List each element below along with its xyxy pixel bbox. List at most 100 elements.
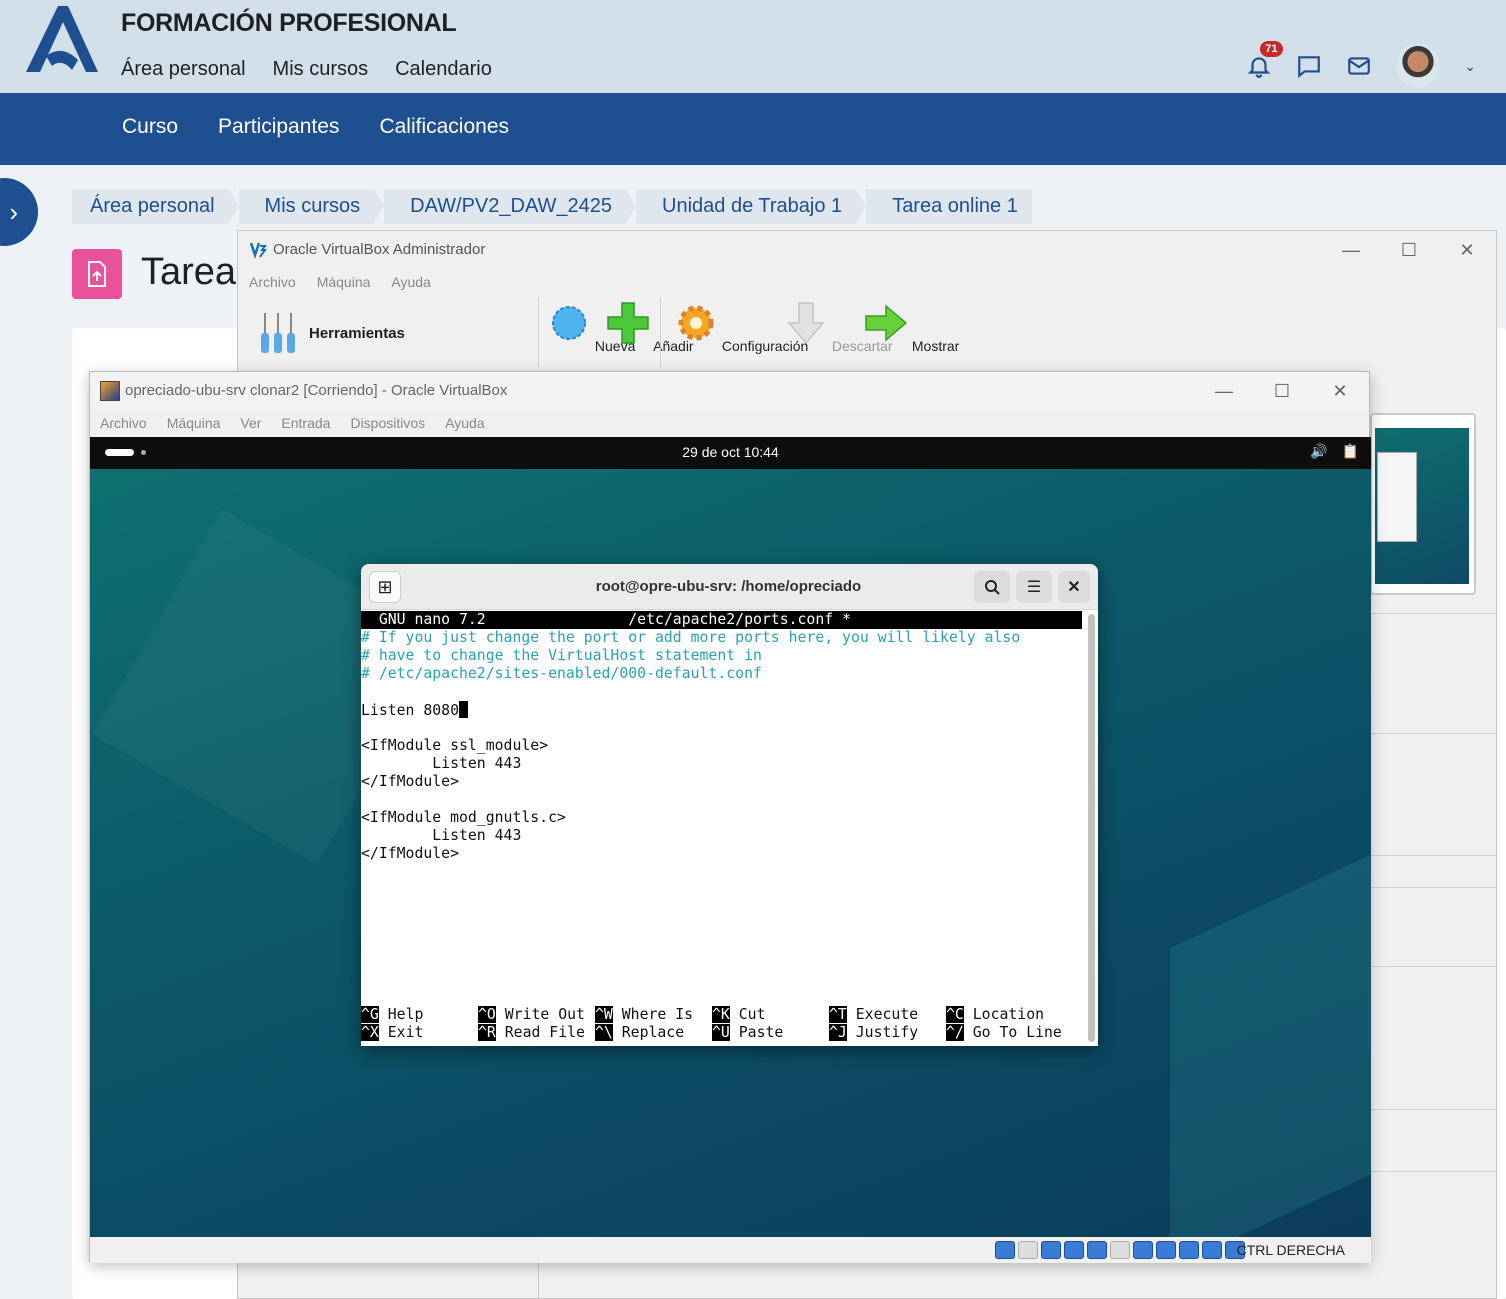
hamburger-icon: ☰ — [1016, 571, 1052, 603]
notifications-button[interactable]: 71 — [1246, 41, 1283, 79]
tab-calificaciones[interactable]: Calificaciones — [379, 115, 509, 139]
menu-archivo[interactable]: Archivo — [100, 409, 147, 437]
breadcrumb-item[interactable]: Tarea online 1 — [866, 189, 1032, 224]
close-button[interactable]: ✕ — [1438, 231, 1496, 269]
menu-maquina[interactable]: Máquina — [317, 269, 371, 295]
cpu-icon[interactable] — [1179, 1241, 1199, 1259]
mouse-integration-icon[interactable] — [1202, 1241, 1222, 1259]
shortcut-key: ^T — [829, 1006, 847, 1023]
breadcrumb: Área personal Mis cursos DAW/PV2_DAW_242… — [72, 189, 1042, 224]
tab-curso[interactable]: Curso — [122, 115, 178, 139]
terminal-window[interactable]: ⊞ root@opre-ubu-srv: /home/opreciado ☰ ✕… — [361, 564, 1098, 1046]
messages-button[interactable] — [1296, 53, 1322, 79]
menu-ver[interactable]: Ver — [240, 409, 261, 437]
shortcut-key: ^J — [829, 1024, 847, 1041]
file-line — [361, 683, 1082, 701]
user-avatar[interactable] — [1396, 44, 1441, 88]
shortcut-label: Replace — [621, 1024, 685, 1041]
recording-icon[interactable] — [1156, 1241, 1176, 1259]
envelope-icon — [1348, 57, 1371, 75]
system-tray[interactable]: 🔊 📋 — [1310, 443, 1359, 460]
toolbar-separator — [538, 297, 539, 367]
close-button[interactable]: ✕ — [1311, 372, 1369, 410]
chevron-down-icon[interactable]: ⌄ — [1464, 58, 1476, 75]
audio-icon[interactable] — [1041, 1241, 1061, 1259]
hard-disk-icon[interactable] — [995, 1241, 1015, 1259]
tools-label: Herramientas — [309, 325, 405, 342]
menu-button[interactable]: ☰ — [1016, 571, 1052, 603]
shortcut-label: Justify — [855, 1024, 919, 1041]
menu-entrada[interactable]: Entrada — [281, 409, 330, 437]
maximize-button[interactable]: ☐ — [1253, 372, 1311, 410]
menu-bar: Archivo Máquina Ayuda — [238, 269, 1496, 295]
file-line: Listen 443 — [361, 755, 522, 772]
shortcut-key: ^W — [595, 1006, 613, 1023]
clipboard-icon: 📋 — [1341, 443, 1359, 459]
menu-dispositivos[interactable]: Dispositivos — [350, 409, 425, 437]
drawer-toggle-button[interactable]: › — [0, 178, 38, 246]
site-header: FORMACIÓN PROFESIONAL Área personal Mis … — [0, 0, 1506, 93]
file-line: <IfModule ssl_module> — [361, 737, 549, 754]
file-line: # If you just change the port or add mor… — [361, 629, 1021, 646]
clock[interactable]: 29 de oct 10:44 — [90, 444, 1371, 460]
plus-icon — [607, 302, 649, 344]
minimize-button[interactable]: — — [1195, 372, 1253, 410]
menu-maquina[interactable]: Máquina — [167, 409, 221, 437]
menu-ayuda[interactable]: Ayuda — [445, 409, 484, 437]
assignment-icon — [72, 249, 122, 299]
terminal-scrollbar[interactable] — [1088, 614, 1095, 1042]
breadcrumb-item[interactable]: DAW/PV2_DAW_2425 — [384, 189, 636, 224]
close-button[interactable]: ✕ — [1058, 571, 1090, 603]
header-icons: 71 ⌄ — [1246, 41, 1476, 88]
new-burst-icon — [552, 306, 586, 340]
breadcrumb-item[interactable]: Unidad de Trabajo 1 — [636, 189, 867, 224]
tools-icon — [261, 313, 295, 353]
title-bar: Oracle VirtualBox Administrador — ☐ ✕ — [238, 231, 1496, 269]
file-line-cursor: Listen 8080 — [361, 701, 1082, 719]
menu-ayuda[interactable]: Ayuda — [391, 269, 430, 295]
nav-calendario[interactable]: Calendario — [395, 58, 492, 81]
shortcut-label: Write Out — [504, 1006, 585, 1023]
shortcut-key: ^O — [478, 1006, 496, 1023]
nav-area-personal[interactable]: Área personal — [121, 58, 246, 81]
virtualbox-icon — [249, 242, 267, 259]
vm-status-bar: CTRL DERECHA — [90, 1237, 1371, 1263]
maximize-button[interactable]: ☐ — [1380, 231, 1438, 269]
arrow-down-icon — [787, 302, 825, 345]
tools-item[interactable]: Herramientas — [238, 295, 538, 375]
breadcrumb-item[interactable]: Área personal — [72, 189, 239, 224]
minimize-button[interactable]: — — [1322, 231, 1380, 269]
show-button[interactable]: Mostrar — [864, 301, 959, 354]
mail-button[interactable] — [1346, 53, 1372, 79]
close-icon: ✕ — [1058, 571, 1090, 603]
file-line: </IfModule> — [361, 845, 459, 862]
shared-folders-icon[interactable] — [1110, 1241, 1130, 1259]
shortcut-key: ^/ — [946, 1024, 964, 1041]
search-button[interactable] — [974, 571, 1010, 603]
site-logo[interactable] — [24, 4, 100, 74]
network-icon[interactable] — [1064, 1241, 1084, 1259]
shortcut-label: Execute — [855, 1006, 919, 1023]
tab-participantes[interactable]: Participantes — [218, 115, 339, 139]
file-line: Listen 443 — [361, 827, 522, 844]
optical-drive-icon[interactable] — [1018, 1241, 1038, 1259]
notifications-badge: 71 — [1260, 41, 1283, 57]
display-icon[interactable] — [1133, 1241, 1153, 1259]
breadcrumb-item[interactable]: Mis cursos — [238, 189, 384, 224]
vm-title-bar: opreciado-ubu-srv clonar2 [Corriendo] - … — [90, 372, 1369, 409]
nano-editor[interactable]: GNU nano 7.2 /etc/apache2/ports.conf * #… — [361, 611, 1082, 1046]
vm-menu-bar: Archivo Máquina Ver Entrada Dispositivos… — [90, 409, 1369, 437]
shortcut-key: ^G — [361, 1006, 379, 1023]
toolbar-separator — [660, 297, 661, 367]
shortcut-label: Paste — [738, 1024, 784, 1041]
shortcut-key: ^K — [712, 1006, 730, 1023]
shortcut-label: Go To Line — [972, 1024, 1062, 1041]
course-nav: Curso Participantes Calificaciones — [0, 93, 1506, 165]
page-title: Tarea — [141, 251, 237, 293]
usb-icon[interactable] — [1087, 1241, 1107, 1259]
nav-mis-cursos[interactable]: Mis cursos — [273, 58, 369, 81]
volume-icon: 🔊 — [1310, 443, 1328, 459]
menu-archivo[interactable]: Archivo — [249, 269, 296, 295]
guest-display[interactable]: 29 de oct 10:44 🔊 📋 ⊞ root@opre-ubu-srv:… — [90, 437, 1371, 1237]
file-line — [361, 719, 1082, 737]
